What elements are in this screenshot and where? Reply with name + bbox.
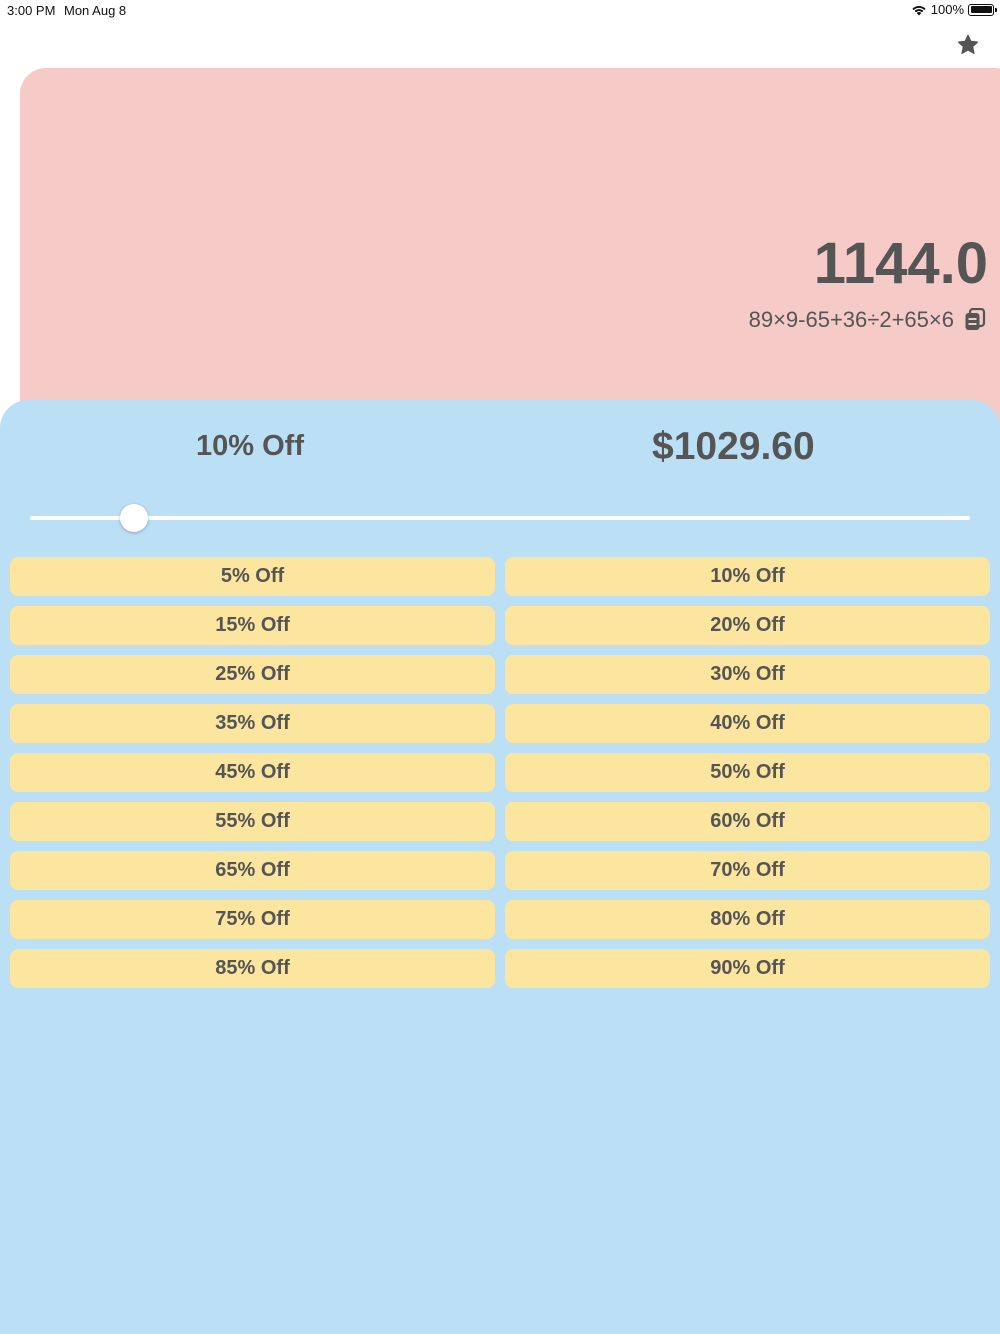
- discount-preset-button[interactable]: 75% Off: [10, 900, 495, 939]
- discount-preset-button[interactable]: 70% Off: [505, 851, 990, 890]
- result-value: 1144.0: [813, 231, 988, 296]
- discount-slider[interactable]: [30, 503, 970, 533]
- discount-preset-button[interactable]: 50% Off: [505, 753, 990, 792]
- status-right: 100%: [911, 2, 997, 17]
- battery-level: [970, 6, 992, 13]
- discounted-price: $1029.60: [652, 425, 815, 468]
- discount-preset-button[interactable]: 65% Off: [10, 851, 495, 890]
- discount-preset-button[interactable]: 40% Off: [505, 704, 990, 743]
- favorite-button[interactable]: [954, 31, 982, 59]
- slider-track[interactable]: [30, 516, 970, 520]
- status-date: Mon Aug 8: [64, 3, 127, 18]
- discount-preset-button[interactable]: 5% Off: [10, 557, 495, 596]
- discount-panel: 10% Off $1029.60 5% Off 10% Off 15% Off 20%…: [0, 400, 1000, 1334]
- expression-text: 89×9-65+36÷2+65×6: [748, 307, 954, 332]
- battery-icon: [968, 3, 997, 16]
- discount-preset-button[interactable]: 15% Off: [10, 606, 495, 645]
- wifi-icon: [912, 5, 926, 15]
- discount-preset-button[interactable]: 20% Off: [505, 606, 990, 645]
- discount-preset-button[interactable]: 35% Off: [10, 704, 495, 743]
- expression-row: 89×9-65+36÷2+65×6: [749, 307, 986, 333]
- discount-preset-button[interactable]: 90% Off: [505, 949, 990, 988]
- discount-preset-button[interactable]: 45% Off: [10, 753, 495, 792]
- discount-preset-button[interactable]: 10% Off: [505, 557, 990, 596]
- discount-preset-button[interactable]: 55% Off: [10, 802, 495, 841]
- discount-preset-button[interactable]: 85% Off: [10, 949, 495, 988]
- star-icon: [957, 34, 979, 54]
- copy-icon[interactable]: [964, 308, 986, 332]
- discount-preset-button[interactable]: 80% Off: [505, 900, 990, 939]
- discount-preset-button[interactable]: 25% Off: [10, 655, 495, 694]
- discount-preset-button[interactable]: 30% Off: [505, 655, 990, 694]
- slider-thumb[interactable]: [120, 504, 149, 532]
- discount-preset-button[interactable]: 60% Off: [505, 802, 990, 841]
- discount-preset-grid: 5% Off 10% Off 15% Off 20% Off 25% Off 30% Of…: [10, 557, 990, 988]
- status-time: 3:00 PM: [7, 3, 56, 18]
- battery-percent: 100%: [930, 2, 964, 17]
- status-bar: 3:00 PM Mon Aug 8 100%: [0, 0, 1000, 22]
- discount-label: 10% Off: [196, 430, 304, 462]
